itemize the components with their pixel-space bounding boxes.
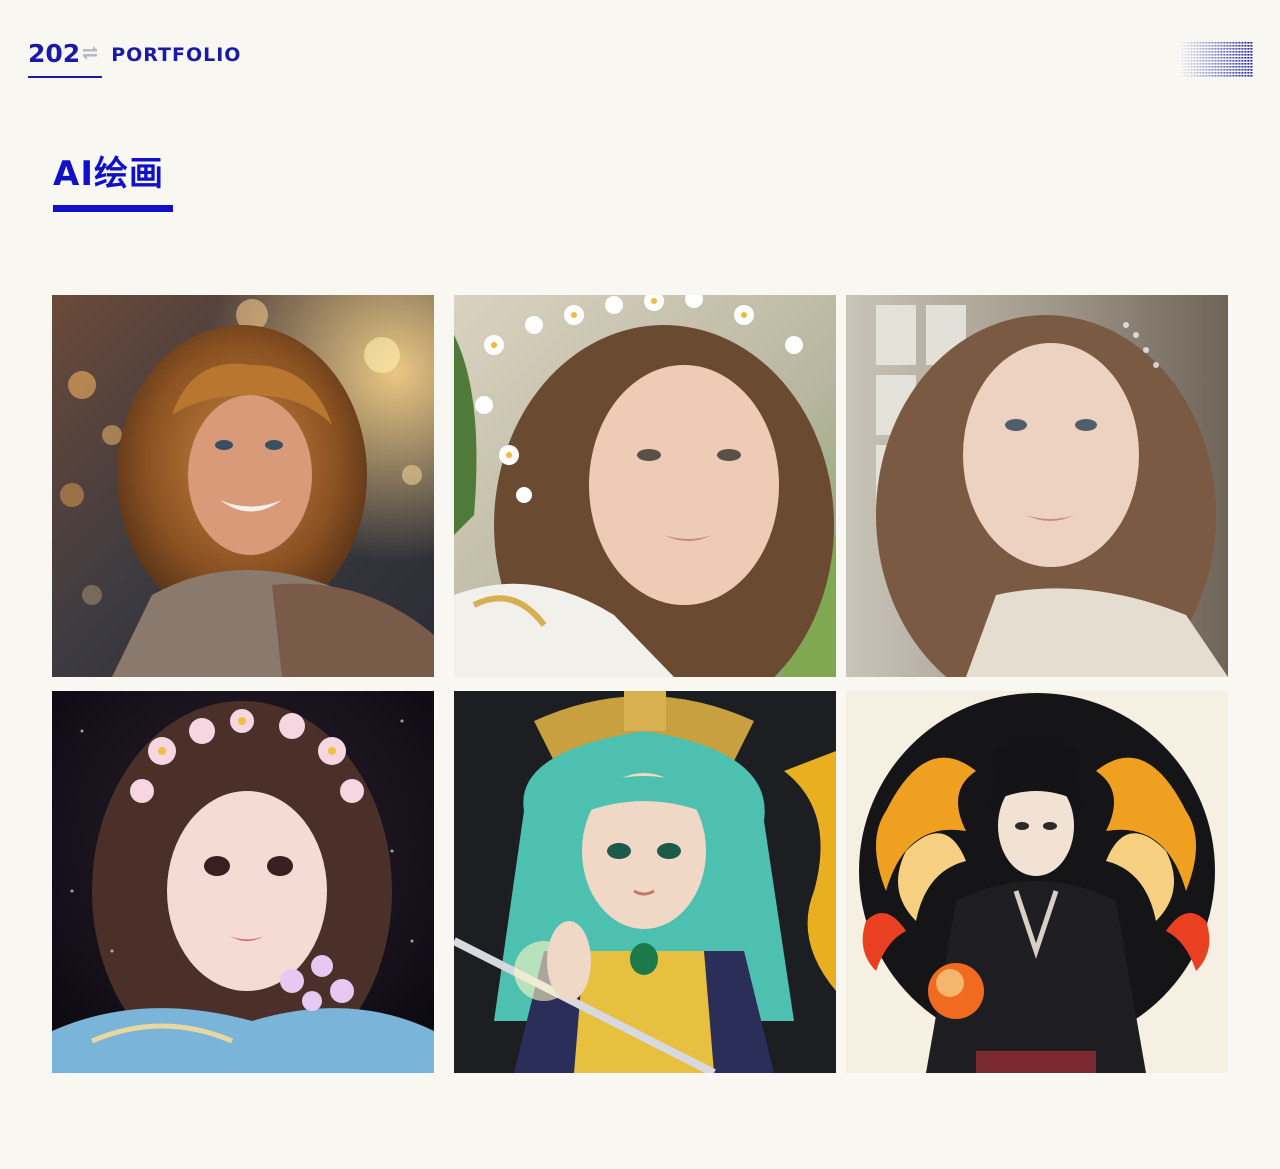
halftone-mark-icon [1180,42,1253,78]
year-underline [28,76,102,78]
portfolio-label: PORTFOLIO [111,44,242,66]
artwork-curly-hair-woman-portrait[interactable] [52,295,434,677]
artwork-gallery [52,295,1229,1073]
artwork-flower-crown-woman-portrait[interactable] [454,295,836,677]
artwork-window-light-woman-portrait[interactable] [846,295,1228,677]
section-title: AI绘画 [53,154,164,194]
year-label: 202 [28,39,81,68]
artwork-anime-teal-hair-warrior[interactable] [454,691,836,1073]
artwork-hanfu-girl-flowers[interactable] [52,691,434,1073]
arrows-icon [81,44,99,64]
section-title-underline [53,205,173,212]
year-label-wrap: 202 [28,39,102,78]
artwork-anime-man-fire-orb[interactable] [846,691,1228,1073]
brand-header: 202 PORTFOLIO [28,39,242,78]
